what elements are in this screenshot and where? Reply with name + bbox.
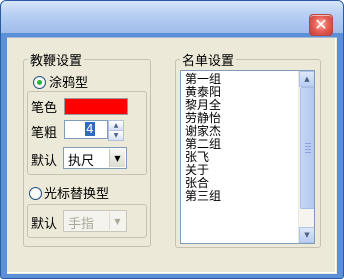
scribble-mode-radio[interactable]: [33, 76, 46, 89]
pointer-settings-title: 教鞭设置: [28, 50, 85, 69]
scribble-mode-label[interactable]: 涂鸦型: [49, 72, 88, 91]
cursor-default-value: 手指: [68, 217, 95, 232]
pen-color-swatch[interactable]: [64, 98, 128, 115]
roster-list[interactable]: 第一组 黄泰阳 黎月全 劳静怡 谢家杰 第二组 张飞 关于 张合 第三组 ▲ ▼: [180, 70, 315, 244]
color-label: 笔色: [31, 101, 58, 116]
close-button[interactable]: ✕: [309, 14, 333, 36]
cursor-mode-radio[interactable]: [29, 187, 42, 200]
cursor-mode-label[interactable]: 光标替换型: [44, 183, 109, 202]
scroll-up-button[interactable]: ▲: [299, 71, 314, 87]
thickness-down-button[interactable]: ▼: [108, 130, 124, 141]
roster-scrollbar[interactable]: ▲ ▼: [298, 71, 314, 243]
default-tool-value: 执尺: [68, 154, 95, 169]
default-tool-select[interactable]: 执尺 ▼: [63, 147, 127, 169]
title-bar[interactable]: ✕: [1, 1, 343, 36]
roster-settings-title: 名单设置: [180, 50, 237, 69]
dialog-body: 教鞭设置 涂鸦型 笔色 笔粗 4 ▲ ▼ 默认 执尺 ▼ 光标替换型 默认 手指…: [7, 37, 337, 274]
cursor-default-label: 默认: [31, 217, 58, 232]
thickness-value: 4: [85, 122, 95, 136]
cursor-default-select[interactable]: 手指 ▼: [63, 210, 127, 232]
chevron-down-icon[interactable]: ▼: [109, 212, 125, 230]
radio-selected-icon: [37, 80, 42, 85]
settings-window: ✕ 教鞭设置 涂鸦型 笔色 笔粗 4 ▲ ▼ 默认 执尺 ▼ 光标替换型 默认: [0, 0, 344, 279]
thickness-label: 笔粗: [31, 126, 58, 141]
chevron-down-icon[interactable]: ▼: [109, 149, 125, 167]
list-item[interactable]: 第三组: [185, 190, 221, 203]
thickness-input[interactable]: 4: [64, 120, 108, 139]
scroll-thumb[interactable]: [300, 87, 314, 209]
close-icon: ✕: [314, 15, 328, 34]
scroll-down-button[interactable]: ▼: [299, 227, 314, 243]
default-label: 默认: [31, 154, 58, 169]
